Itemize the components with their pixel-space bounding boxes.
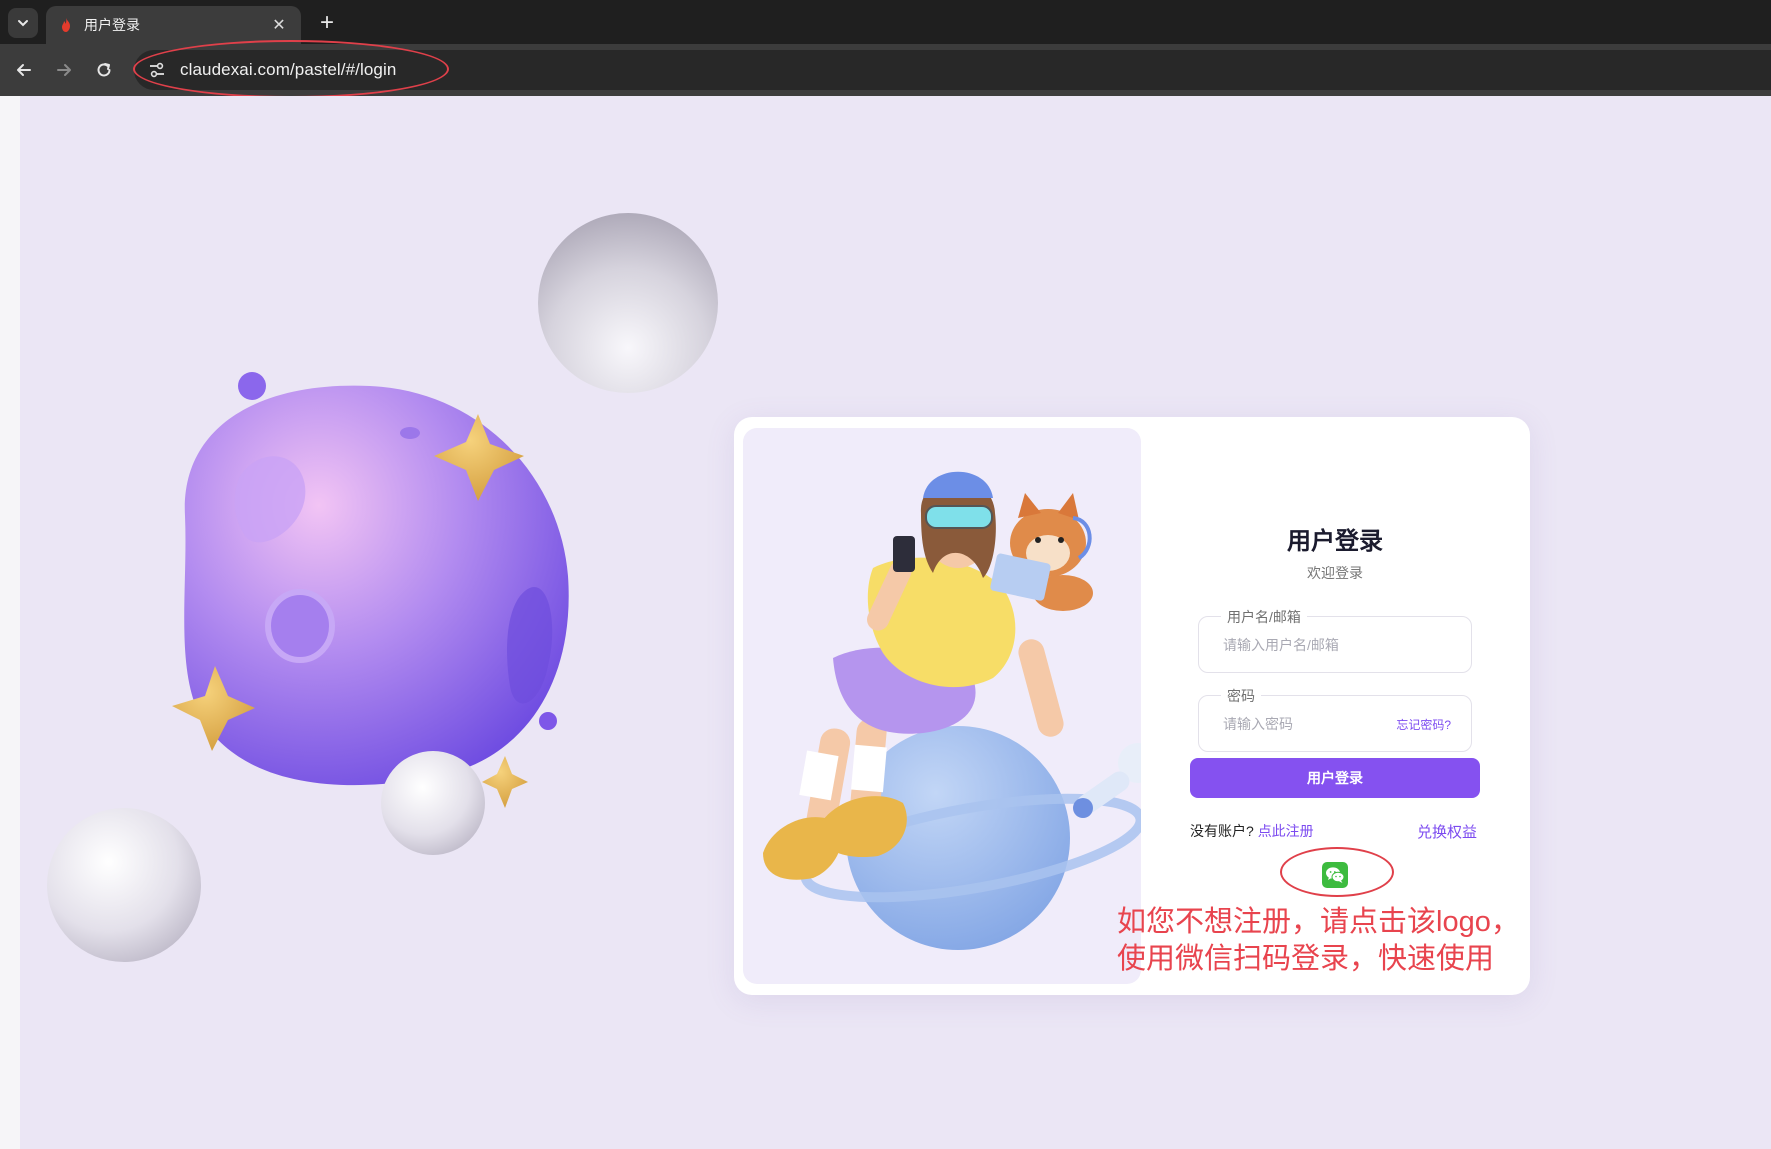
login-title: 用户登录 (1287, 528, 1383, 555)
password-label: 密码 (1221, 686, 1261, 706)
forward-button[interactable] (50, 56, 78, 84)
browser-tab-active[interactable]: 用户登录 ✕ (46, 6, 301, 44)
no-account-text: 没有账户? (1190, 823, 1254, 839)
username-label: 用户名/邮箱 (1221, 607, 1307, 627)
annotation-line-1: 如您不想注册，请点击该logo， (1117, 906, 1520, 938)
username-input[interactable]: 请输入用户名/邮箱 (1223, 635, 1339, 655)
new-tab-button[interactable]: + (312, 8, 342, 38)
back-button[interactable] (10, 56, 38, 84)
password-field[interactable]: 密码 请输入密码 忘记密码? (1198, 686, 1472, 752)
register-link[interactable]: 点此注册 (1258, 823, 1314, 839)
tab-close-icon[interactable]: ✕ (269, 15, 289, 35)
browser-tabstrip: 用户登录 ✕ + (0, 0, 1771, 44)
girl-and-dog-illustration (763, 471, 1141, 950)
no-account-row: 没有账户? 点此注册 (1190, 821, 1314, 841)
reload-button[interactable] (90, 56, 118, 84)
planet-illustration (47, 213, 718, 962)
login-submit-button[interactable]: 用户登录 (1190, 758, 1480, 798)
reload-icon (97, 63, 111, 77)
annotation-text: 如您不想注册，请点击该logo， 使用微信扫码登录，快速使用 (1117, 904, 1537, 978)
password-input[interactable]: 请输入密码 (1223, 714, 1293, 734)
tab-search-button[interactable] (8, 8, 38, 38)
wechat-annotation-circle (1280, 847, 1394, 897)
url-annotation-circle (133, 40, 449, 98)
arrow-right-icon (57, 64, 71, 76)
tab-title: 用户登录 (84, 17, 140, 33)
redeem-benefits-link[interactable]: 兑换权益 (1417, 821, 1477, 842)
arrow-left-icon (17, 64, 31, 76)
chevron-down-icon (18, 20, 28, 27)
forgot-password-link[interactable]: 忘记密码? (1396, 716, 1451, 733)
username-field[interactable]: 用户名/邮箱 请输入用户名/邮箱 (1198, 607, 1472, 673)
login-illustration-panel (743, 428, 1141, 984)
annotation-line-2: 使用微信扫码登录，快速使用 (1117, 943, 1495, 975)
flame-favicon-icon (62, 18, 70, 32)
login-subtitle: 欢迎登录 (1307, 565, 1363, 581)
